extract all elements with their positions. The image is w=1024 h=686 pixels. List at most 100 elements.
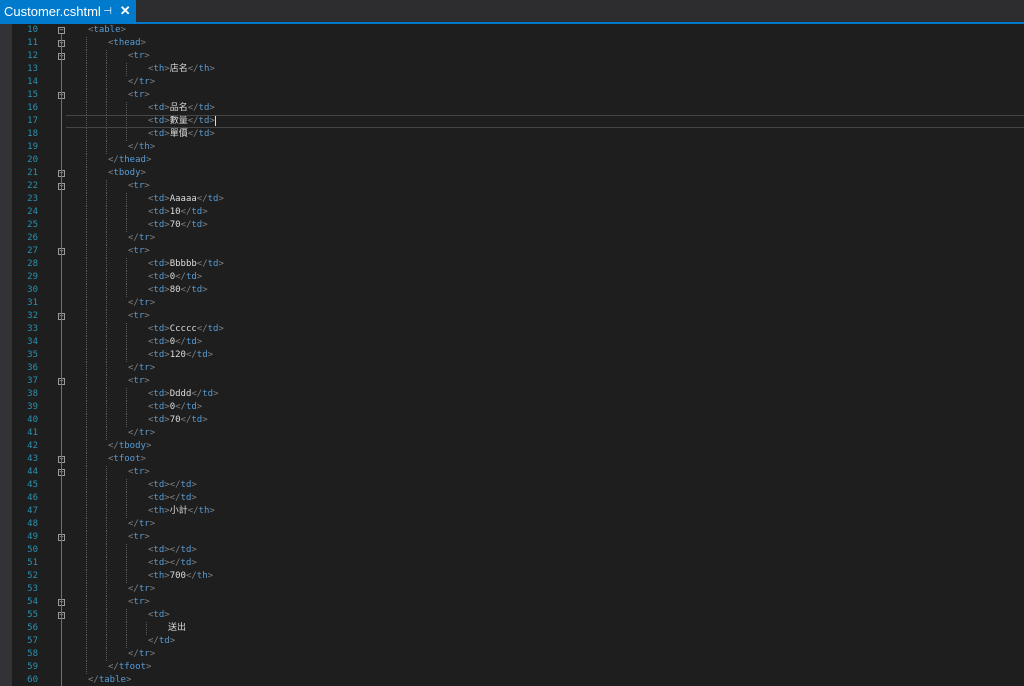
code-line[interactable]: 27− <tr>	[0, 245, 1024, 258]
code-line[interactable]: 24 <td>10</td>	[0, 206, 1024, 219]
code-line[interactable]: 25 <td>70</td>	[0, 219, 1024, 232]
line-number: 59	[27, 662, 38, 672]
tag-name: td	[180, 493, 192, 503]
code-text: <td>70</td>	[148, 219, 208, 232]
code-line[interactable]: 18 <td>單價</td>	[0, 128, 1024, 141]
code-line[interactable]: 37− <tr>	[0, 375, 1024, 388]
close-icon[interactable]: ✕	[118, 3, 132, 19]
line-number: 20	[27, 155, 38, 165]
code-line[interactable]: 48 </tr>	[0, 518, 1024, 531]
code-line[interactable]: 53 </tr>	[0, 583, 1024, 596]
tag-bracket: >	[144, 467, 150, 477]
code-line[interactable]: 23 <td>Aaaaa</td>	[0, 193, 1024, 206]
indent-guide	[106, 427, 107, 440]
code-text: <td>0</td>	[148, 271, 202, 284]
line-number: 15	[27, 90, 38, 100]
tag-bracket: >	[191, 493, 197, 503]
code-line[interactable]: 49− <tr>	[0, 531, 1024, 544]
code-line[interactable]: 59 </tfoot>	[0, 661, 1024, 674]
tag-name: td	[153, 480, 165, 490]
indent-guide	[106, 180, 107, 193]
collapse-icon[interactable]: −	[58, 27, 65, 34]
code-line[interactable]: 39 <td>0</td>	[0, 401, 1024, 414]
code-line[interactable]: 20 </thead>	[0, 154, 1024, 167]
line-number: 55	[27, 610, 38, 620]
code-line[interactable]: 41 </tr>	[0, 427, 1024, 440]
code-text: </tr>	[128, 583, 155, 596]
code-line[interactable]: 45 <td></td>	[0, 479, 1024, 492]
code-line[interactable]: 16 <td>品名</td>	[0, 102, 1024, 115]
code-line[interactable]: 13 <th>店名</th>	[0, 63, 1024, 76]
tag-bracket: >	[145, 155, 152, 165]
tag-name: tr	[133, 90, 145, 100]
code-line[interactable]: 42 </tbody>	[0, 440, 1024, 453]
code-line[interactable]: 19 </th>	[0, 141, 1024, 154]
code-line[interactable]: 22− <tr>	[0, 180, 1024, 193]
code-line[interactable]: 11− <thead>	[0, 37, 1024, 50]
code-line[interactable]: 51 <td></td>	[0, 557, 1024, 570]
code-line[interactable]: 15− <tr>	[0, 89, 1024, 102]
code-line[interactable]: 21− <tbody>	[0, 167, 1024, 180]
indent-guide	[106, 375, 107, 388]
tag-name: td	[198, 129, 210, 139]
indent-guide	[86, 531, 87, 544]
text-content: 店名	[169, 64, 188, 74]
code-line[interactable]: 38 <td>Dddd</td>	[0, 388, 1024, 401]
code-line[interactable]: 55− <td>	[0, 609, 1024, 622]
code-line[interactable]: 57 </td>	[0, 635, 1024, 648]
indent-guide	[106, 50, 107, 63]
document-tab[interactable]: Customer.cshtml ⊣ ✕	[0, 0, 136, 22]
code-line[interactable]: 52 <th>700</th>	[0, 570, 1024, 583]
code-line[interactable]: 32− <tr>	[0, 310, 1024, 323]
code-line[interactable]: 43− <tfoot>	[0, 453, 1024, 466]
line-number: 35	[27, 350, 38, 360]
indent-guide	[86, 102, 87, 115]
fold-gutter-line	[61, 34, 62, 686]
code-line[interactable]: 34 <td>0</td>	[0, 336, 1024, 349]
indent-guide	[106, 362, 107, 375]
indent-guide	[86, 297, 87, 310]
pin-icon[interactable]: ⊣	[101, 6, 115, 17]
tag-bracket: >	[144, 51, 150, 61]
tag-bracket: >	[196, 402, 203, 412]
indent-guide	[86, 219, 87, 232]
code-line[interactable]: 35 <td>120</td>	[0, 349, 1024, 362]
code-line[interactable]: 10 − <table>	[0, 24, 1024, 37]
tag-name: tfoot	[118, 662, 146, 672]
code-line[interactable]: 30 <td>80</td>	[0, 284, 1024, 297]
code-line[interactable]: 46 <td></td>	[0, 492, 1024, 505]
tag-bracket: ></	[164, 558, 181, 568]
code-line[interactable]: 33 <td>Ccccc</td>	[0, 323, 1024, 336]
tag-name: td	[180, 480, 192, 490]
code-line[interactable]: 36 </tr>	[0, 362, 1024, 375]
tag-name: tr	[138, 649, 150, 659]
code-line[interactable]: 56 送出	[0, 622, 1024, 635]
tag-name: td	[158, 636, 170, 646]
code-line[interactable]: 31 </tr>	[0, 297, 1024, 310]
code-text: <tr>	[128, 596, 150, 609]
code-line[interactable]: 28 <td>Bbbbb</td>	[0, 258, 1024, 271]
line-number: 14	[27, 77, 38, 87]
tag-name: td	[185, 272, 197, 282]
code-line[interactable]: 50 <td></td>	[0, 544, 1024, 557]
code-line[interactable]: 14 </tr>	[0, 76, 1024, 89]
code-line[interactable]: 58 </tr>	[0, 648, 1024, 661]
code-line[interactable]: 60 </table>	[0, 674, 1024, 686]
code-text: </tr>	[128, 648, 155, 661]
tag-bracket: </	[175, 402, 186, 412]
code-line[interactable]: 54− <tr>	[0, 596, 1024, 609]
code-line[interactable]: 40 <td>70</td>	[0, 414, 1024, 427]
indent-guide	[126, 63, 127, 76]
code-line[interactable]: 47 <th>小計</th>	[0, 505, 1024, 518]
code-line[interactable]: 12− <tr>	[0, 50, 1024, 63]
code-line[interactable]: 29 <td>0</td>	[0, 271, 1024, 284]
code-editor[interactable]: 10− <table> 11− <thead> 12− <tr> 13 <th>店名</th>…	[0, 24, 1024, 686]
code-line[interactable]: 26 </tr>	[0, 232, 1024, 245]
code-text: <tr>	[128, 310, 150, 323]
indent-guide	[106, 284, 107, 297]
indent-guide	[106, 193, 107, 206]
line-number: 31	[27, 298, 38, 308]
tag-name: td	[185, 337, 197, 347]
code-line[interactable]: 44− <tr>	[0, 466, 1024, 479]
indent-guide	[126, 544, 127, 557]
